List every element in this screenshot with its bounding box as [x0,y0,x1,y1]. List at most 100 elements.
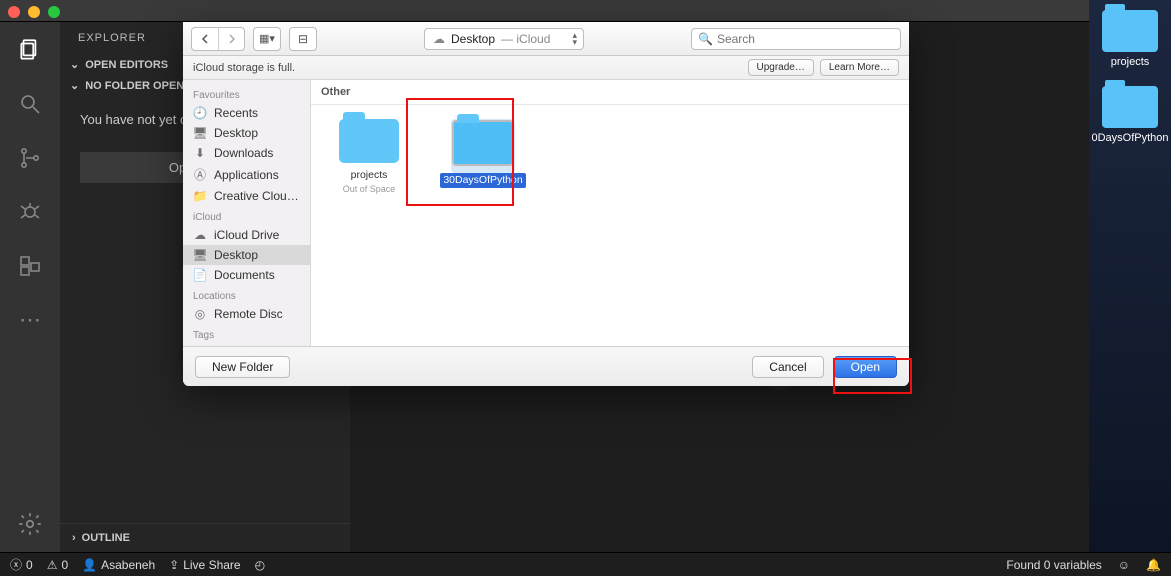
sidebar-item-label: Remote Disc [214,307,283,321]
sidebar-item-downloads[interactable]: ⬇︎ Downloads [183,143,310,163]
warning-count: 0 [61,558,68,572]
status-live-share[interactable]: ⇪Live Share [169,558,240,572]
search-input[interactable] [717,32,894,46]
extensions-icon[interactable] [16,252,44,280]
folder-icon: 📁 [193,189,207,203]
sidebar-item-desktop[interactable]: 🖥 Desktop [183,123,310,143]
sidebar-item-creative-cloud[interactable]: 📁 Creative Clou… [183,186,310,206]
new-folder-button[interactable]: New Folder [195,356,290,378]
search-icon[interactable] [16,90,44,118]
chevron-down-icon: ⌄ [70,58,79,71]
activity-bar: ⋯ [0,22,60,552]
desktop-folder-projects[interactable]: projects [1089,10,1171,68]
folder-item-projects[interactable]: projects Out of Space [329,119,409,194]
window-controls [8,6,60,18]
sidebar-item-label: iCloud Drive [214,228,279,242]
sidebar-item-icloud-desktop[interactable]: 🖥 Desktop [183,245,310,265]
folder-icon [453,121,513,165]
view-mode-control: ▦▾ [253,27,281,51]
explorer-icon[interactable] [16,36,44,64]
folder-label: projects [1111,56,1150,68]
error-count: 0 [26,558,33,572]
section-label: OUTLINE [82,532,130,544]
location-main: Desktop [451,32,495,46]
source-control-icon[interactable] [16,144,44,172]
sidebar-item-applications[interactable]: Ⓐ Applications [183,163,310,186]
disc-icon: ◎ [193,307,207,321]
folder-icon [1102,86,1158,128]
bell-icon[interactable]: 🔔 [1146,558,1161,572]
sidebar-item-remote-disc[interactable]: ◎ Remote Disc [183,304,310,324]
folder-icon [339,119,399,163]
group-button[interactable]: ⊟ [290,28,316,50]
maximize-window-dot[interactable] [48,6,60,18]
share-icon: ⇪ [169,558,179,572]
location-dropdown[interactable]: ☁︎ Desktop — iCloud ▴▾ [424,28,584,50]
storage-banner: iCloud storage is full. Upgrade… Learn M… [183,56,909,80]
sidebar-item-label: Downloads [214,146,273,160]
folder-label: 0DaysOfPython [1091,132,1168,144]
nav-forward-button[interactable] [218,28,244,50]
warning-icon: ⚠ [47,558,58,572]
sidebar-group-tags: Tags [183,324,310,343]
person-icon: 👤 [82,558,97,572]
chevron-right-icon: › [72,532,76,544]
clock-icon: ◴ [255,558,265,572]
error-icon: ⓧ [10,556,22,573]
sidebar-group-icloud: iCloud [183,206,310,225]
title-bar [0,0,1171,22]
nav-back-forward [191,27,245,51]
sidebar-item-label: Desktop [214,248,258,262]
download-icon: ⬇︎ [193,146,207,160]
desktop-icon: 🖥 [193,248,207,262]
desktop-area: projects 0DaysOfPython [1089,0,1171,552]
doc-icon: 📄 [193,268,207,282]
search-field[interactable]: 🔍 [691,28,901,50]
dialog-sidebar: Favourites 🕘Recents 🖥Desktop ⬇︎Downloads… [183,80,311,346]
outline-section[interactable]: › OUTLINE [60,523,350,552]
dialog-main: Other projects Out of Space 30DaysOfPyth… [311,80,909,346]
folder-sublabel: Out of Space [343,184,396,194]
folder-label: projects [351,169,388,182]
status-errors[interactable]: ⓧ0 [10,556,33,573]
banner-message: iCloud storage is full. [193,62,295,74]
nav-back-button[interactable] [192,28,218,50]
search-icon: 🔍 [698,32,713,46]
upgrade-button[interactable]: Upgrade… [748,59,814,76]
group-control: ⊟ [289,27,317,51]
clock-icon: 🕘 [193,106,207,120]
more-icon[interactable]: ⋯ [16,306,44,334]
settings-gear-icon[interactable] [16,510,44,538]
close-window-dot[interactable] [8,6,20,18]
status-user[interactable]: 👤 Asabeneh [82,558,155,572]
debug-icon[interactable] [16,198,44,226]
sidebar-item-documents[interactable]: 📄 Documents [183,265,310,285]
view-icon-button[interactable]: ▦▾ [254,28,280,50]
smiley-icon[interactable]: ☺ [1118,558,1130,572]
sidebar-item-recents[interactable]: 🕘Recents [183,103,310,123]
status-warnings[interactable]: ⚠0 [47,558,68,572]
sidebar-item-label: Creative Clou… [214,189,299,203]
open-button[interactable]: Open [834,356,897,378]
folder-item-30daysofpython[interactable]: 30DaysOfPython [443,119,523,194]
cloud-icon: ☁︎ [193,228,207,242]
dialog-footer: New Folder Cancel Open [183,346,909,386]
desktop-folder-30days[interactable]: 0DaysOfPython [1089,86,1171,144]
section-label: OPEN EDITORS [85,59,168,71]
cancel-button[interactable]: Cancel [752,356,823,378]
minimize-window-dot[interactable] [28,6,40,18]
sidebar-item-label: Applications [214,168,279,182]
user-name: Asabeneh [101,558,155,572]
sidebar-item-label: Desktop [214,126,258,140]
status-found-vars[interactable]: Found 0 variables [1006,558,1101,572]
desktop-icon: 🖥 [193,126,207,140]
sidebar-item-icloud-drive[interactable]: ☁︎ iCloud Drive [183,225,310,245]
cloud-icon: ☁︎ [433,32,445,46]
sidebar-group-locations: Locations [183,285,310,304]
updown-icon: ▴▾ [572,32,577,46]
status-clock[interactable]: ◴ [255,558,265,572]
learn-more-button[interactable]: Learn More… [820,59,899,76]
sidebar-item-label: Documents [214,268,275,282]
location-sub: — iCloud [501,32,550,46]
apps-icon: Ⓐ [193,166,207,183]
